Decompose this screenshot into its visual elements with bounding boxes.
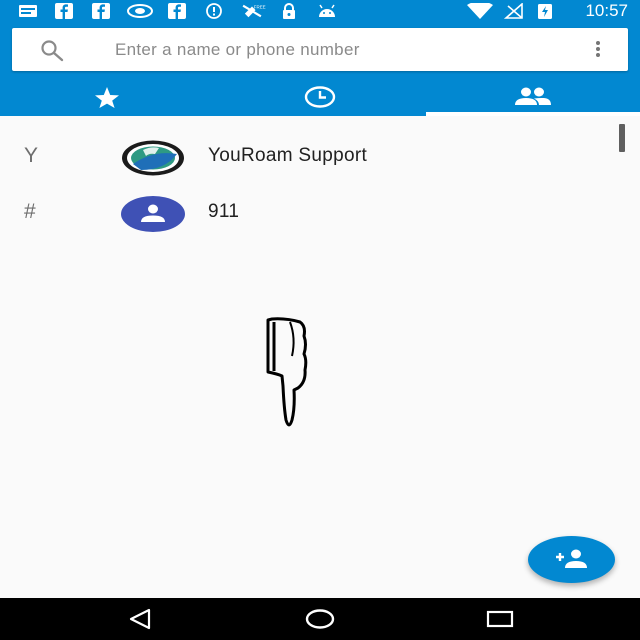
search-input[interactable] (115, 34, 555, 65)
back-icon (129, 608, 151, 630)
android-icon (319, 4, 335, 17)
lock-icon (283, 3, 295, 19)
search-icon[interactable] (39, 38, 65, 62)
person-icon (141, 204, 165, 222)
add-contact-icon (556, 549, 587, 568)
facebook-icon (92, 3, 110, 19)
youroam-logo-avatar (122, 140, 184, 176)
add-contact-button[interactable] (528, 536, 615, 583)
clock-icon (304, 86, 335, 108)
tab-indicator (426, 112, 640, 116)
facebook-icon (55, 3, 73, 19)
contact-row[interactable]: # 911 (0, 186, 640, 242)
tab-recents[interactable] (213, 79, 426, 116)
contact-row[interactable]: Y YouRoam Support (0, 130, 640, 186)
scrollbar[interactable] (619, 124, 625, 152)
nvidia-icon (127, 4, 153, 18)
clock-time: 10:57 (585, 1, 628, 20)
people-icon (515, 87, 551, 105)
home-icon (305, 609, 335, 629)
messages-icon (19, 5, 37, 17)
wifi-icon (467, 3, 493, 19)
star-icon (94, 87, 119, 108)
data-saver-icon (206, 3, 222, 19)
no-signal-icon (504, 3, 523, 19)
app-header (0, 22, 640, 116)
tab-favorites[interactable] (0, 79, 213, 116)
default-person-avatar (121, 196, 185, 232)
facebook-icon (168, 3, 186, 19)
svg-text:FREE: FREE (254, 4, 266, 9)
no-sim-icon: FREE (242, 4, 266, 18)
navigation-bar (0, 598, 640, 640)
battery-charging-icon (538, 4, 552, 19)
section-letter: # (24, 200, 36, 223)
contact-name: YouRoam Support (208, 145, 368, 166)
overflow-menu-icon[interactable] (592, 40, 604, 60)
section-letter: Y (24, 144, 39, 167)
search-box[interactable] (12, 28, 628, 71)
tab-contacts[interactable] (426, 79, 640, 116)
home-button[interactable] (290, 598, 350, 640)
status-bar: FREE 10:57 (0, 0, 640, 22)
contact-name: 911 (208, 201, 240, 222)
back-button[interactable] (110, 598, 170, 640)
recents-button[interactable] (470, 598, 530, 640)
recents-icon (486, 610, 514, 628)
pointing-hand-doodle (266, 317, 308, 427)
